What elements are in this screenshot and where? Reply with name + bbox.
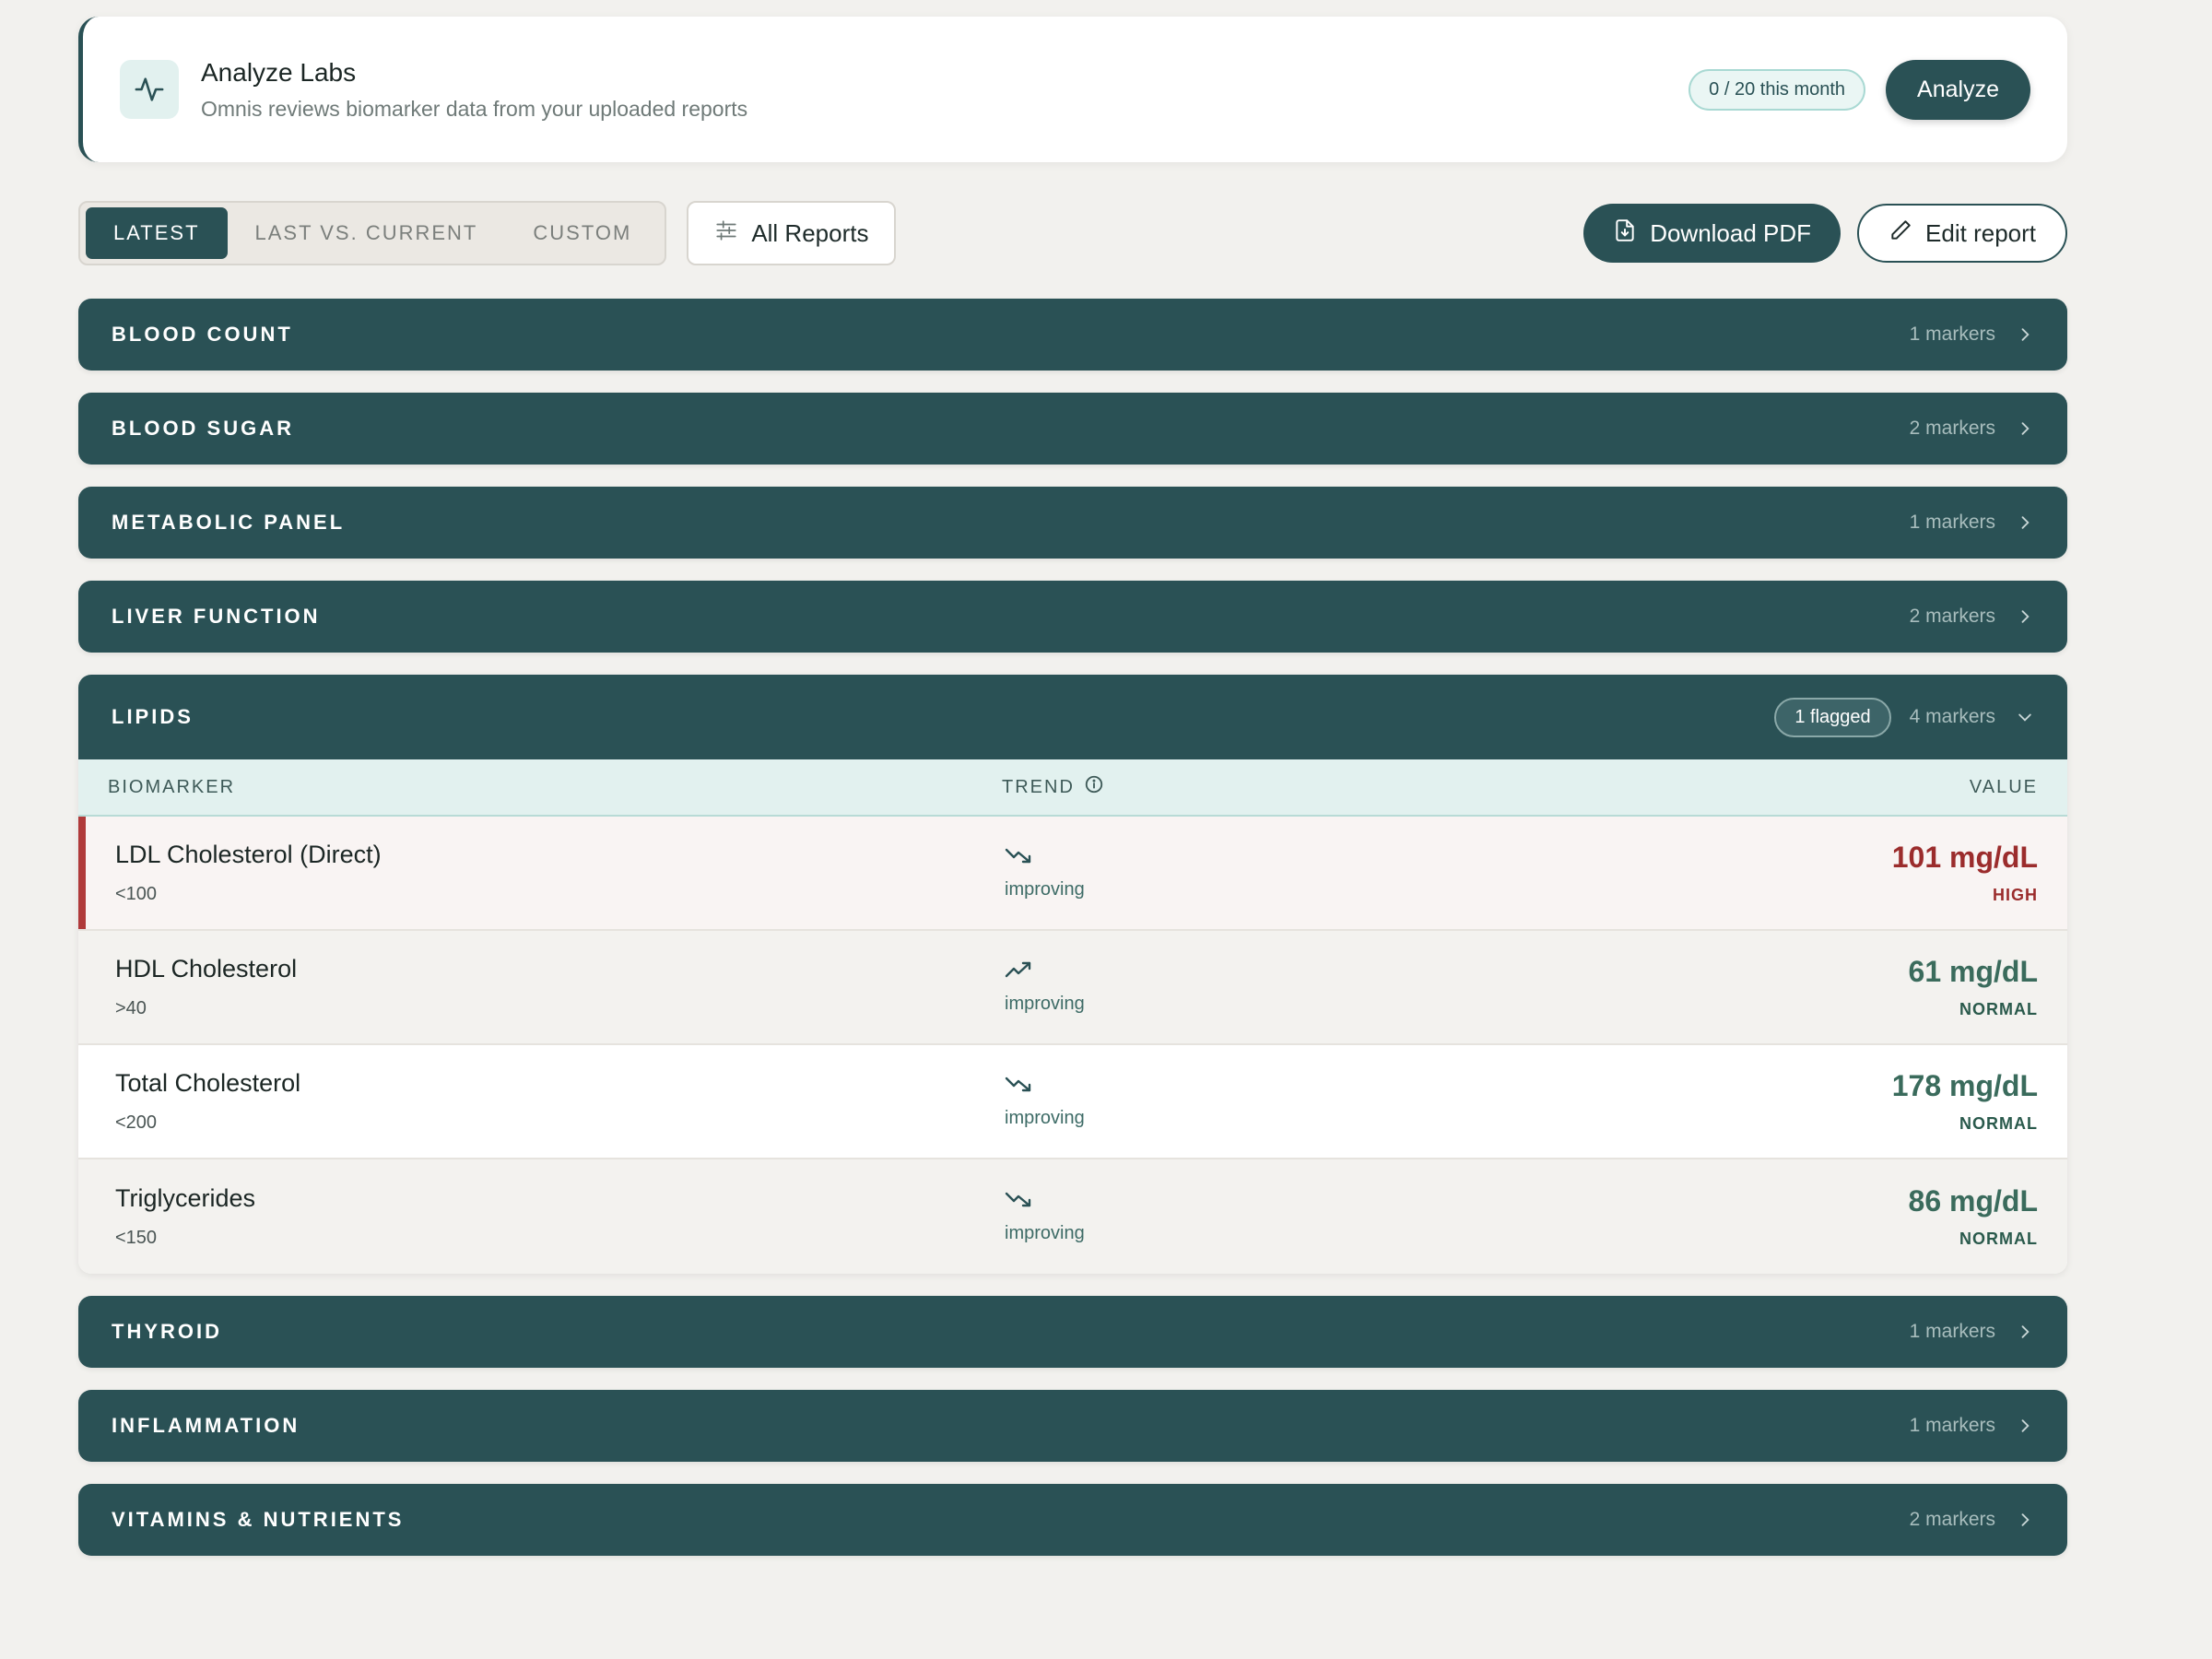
section-marker-count: 2 markers (1909, 606, 1995, 627)
section-blood-sugar[interactable]: BLOOD SUGAR 2 markers (78, 393, 2067, 465)
analyze-button[interactable]: Analyze (1886, 59, 2030, 120)
reference-range: >40 (115, 998, 147, 1018)
lab-results-page: Analyze Labs Omnis reviews biomarker dat… (78, 17, 2067, 1556)
trend-down-icon (1005, 1077, 1032, 1098)
trend-label: improving (1005, 1223, 1085, 1243)
pencil-icon (1888, 218, 1925, 249)
column-biomarker: BIOMARKER (108, 776, 236, 797)
tab-last-vs-current[interactable]: LAST VS. CURRENT (228, 207, 506, 259)
chevron-right-icon (2016, 513, 2034, 532)
report-toolbar: LATEST LAST VS. CURRENT CUSTOM All Repor… (78, 201, 2067, 265)
section-title: THYROID (112, 1320, 222, 1343)
chevron-right-icon (2016, 1323, 2034, 1341)
biomarker-name: HDL Cholesterol (115, 955, 298, 982)
tab-custom[interactable]: CUSTOM (505, 207, 659, 259)
section-inflammation[interactable]: INFLAMMATION 1 markers (78, 1390, 2067, 1462)
section-title: BLOOD SUGAR (112, 417, 294, 440)
trend-down-icon (1005, 1192, 1032, 1213)
file-download-icon (1613, 218, 1650, 249)
biomarker-value: 86 mg/dL (1908, 1184, 2038, 1218)
reference-range: <150 (115, 1228, 158, 1248)
table-row[interactable]: Total Cholesterol <200 improving 178 mg/… (78, 1045, 2067, 1159)
section-liver-function[interactable]: LIVER FUNCTION 2 markers (78, 581, 2067, 653)
section-title: LIPIDS (112, 705, 194, 728)
biomarker-name: Total Cholesterol (115, 1069, 301, 1097)
view-mode-tabs: LATEST LAST VS. CURRENT CUSTOM (78, 201, 667, 265)
download-pdf-label: Download PDF (1650, 218, 1812, 247)
download-pdf-button[interactable]: Download PDF (1583, 204, 1841, 263)
tab-latest[interactable]: LATEST (86, 207, 228, 259)
section-marker-count: 1 markers (1909, 324, 1995, 345)
section-marker-count: 2 markers (1909, 418, 1995, 439)
section-title: BLOOD COUNT (112, 323, 293, 346)
section-vitamins-nutrients[interactable]: VITAMINS & NUTRIENTS 2 markers (78, 1484, 2067, 1556)
table-row[interactable]: Triglycerides <150 improving 86 mg/dL NO… (78, 1159, 2067, 1274)
section-marker-count: 1 markers (1909, 1321, 1995, 1342)
chevron-right-icon (2016, 419, 2034, 438)
section-title: VITAMINS & NUTRIENTS (112, 1508, 405, 1531)
section-blood-count[interactable]: BLOOD COUNT 1 markers (78, 299, 2067, 371)
table-header: BIOMARKER TREND VALUE (78, 759, 2067, 817)
section-lipids: LIPIDS 1 flagged 4 markers BIOMARKER TRE… (78, 675, 2067, 1274)
trend-label: improving (1005, 994, 1085, 1014)
status-label: NORMAL (1959, 1230, 2038, 1248)
reference-range: <100 (115, 884, 158, 904)
chevron-right-icon (2016, 325, 2034, 344)
info-icon[interactable] (1075, 774, 1104, 800)
section-title: METABOLIC PANEL (112, 511, 346, 534)
biomarker-value: 101 mg/dL (1891, 841, 2038, 874)
section-title: INFLAMMATION (112, 1414, 300, 1437)
analyze-labs-card: Analyze Labs Omnis reviews biomarker dat… (78, 17, 2067, 162)
section-title: LIVER FUNCTION (112, 605, 321, 628)
section-marker-count: 4 markers (1909, 706, 1995, 727)
activity-icon (120, 60, 179, 119)
biomarker-value: 178 mg/dL (1891, 1069, 2038, 1102)
flagged-badge: 1 flagged (1774, 697, 1891, 737)
column-trend: TREND (1002, 776, 1075, 797)
status-label: NORMAL (1959, 1000, 2038, 1018)
usage-badge: 0 / 20 this month (1688, 68, 1866, 111)
trend-label: improving (1005, 1108, 1085, 1128)
trend-up-icon (1005, 961, 1032, 983)
chevron-right-icon (2016, 607, 2034, 626)
chevron-right-icon (2016, 1417, 2034, 1435)
trend-down-icon (1005, 848, 1032, 869)
all-reports-label: All Reports (751, 218, 869, 247)
section-thyroid[interactable]: THYROID 1 markers (78, 1296, 2067, 1368)
section-marker-count: 1 markers (1909, 512, 1995, 533)
section-marker-count: 1 markers (1909, 1415, 1995, 1436)
status-label: NORMAL (1959, 1114, 2038, 1133)
all-reports-button[interactable]: All Reports (687, 201, 897, 265)
trend-label: improving (1005, 879, 1085, 900)
edit-report-button[interactable]: Edit report (1857, 204, 2067, 263)
chevron-down-icon (2016, 708, 2034, 726)
sliders-icon (714, 218, 751, 249)
lipids-header[interactable]: LIPIDS 1 flagged 4 markers (78, 675, 2067, 759)
table-row[interactable]: LDL Cholesterol (Direct) <100 improving … (78, 817, 2067, 931)
section-metabolic-panel[interactable]: METABOLIC PANEL 1 markers (78, 487, 2067, 559)
reference-range: <200 (115, 1112, 158, 1133)
edit-report-label: Edit report (1925, 218, 2036, 247)
biomarker-value: 61 mg/dL (1908, 955, 2038, 988)
biomarker-name: LDL Cholesterol (Direct) (115, 841, 382, 868)
section-marker-count: 2 markers (1909, 1509, 1995, 1530)
analyze-title: Analyze Labs (201, 57, 357, 87)
column-value: VALUE (1969, 776, 2038, 797)
biomarker-name: Triglycerides (115, 1184, 256, 1212)
chevron-right-icon (2016, 1511, 2034, 1529)
analyze-subtitle: Omnis reviews biomarker data from your u… (201, 96, 748, 121)
table-row[interactable]: HDL Cholesterol >40 improving 61 mg/dL N… (78, 931, 2067, 1045)
status-label: HIGH (1993, 886, 2038, 904)
